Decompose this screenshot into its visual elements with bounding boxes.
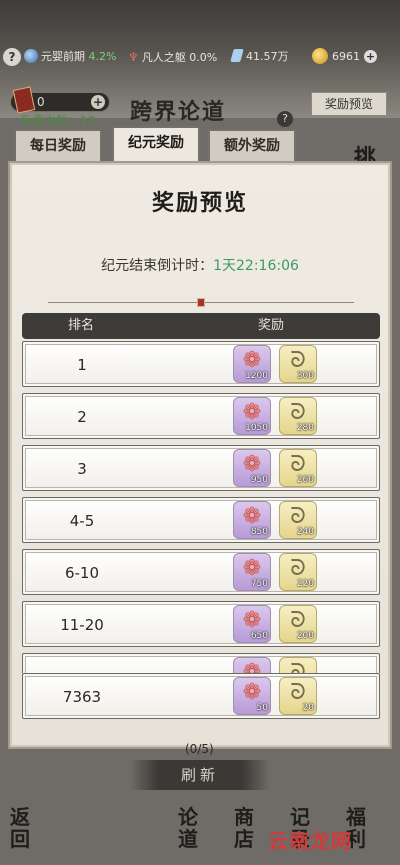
item-quantity: 240 <box>296 527 314 537</box>
back-button[interactable]: 返回 <box>10 806 34 850</box>
spiral-jade-icon[interactable]: ᘐ 280 <box>279 397 317 435</box>
spirit-stone-counter[interactable]: 41.57万 <box>230 46 289 68</box>
spiral-jade-icon[interactable]: ᘐ 300 <box>279 345 317 383</box>
ticket-count: 0 <box>37 95 45 109</box>
body-label: 凡人之躯 <box>141 51 186 64</box>
rank-cell: 11-20 <box>60 616 104 634</box>
item-quantity: 850 <box>250 527 268 537</box>
rank-cell: 1 <box>77 356 87 374</box>
flame-gem-icon[interactable]: ❁ 850 <box>233 501 271 539</box>
flame-gem-icon[interactable]: ❁ 1050 <box>233 397 271 435</box>
table-row: 7363 ❁ 50 ᘐ 20 <box>22 673 380 719</box>
spirit-stone-value: 41.57万 <box>246 50 289 63</box>
gold-coin-icon <box>312 48 328 64</box>
item-quantity: 300 <box>296 371 314 381</box>
reward-column-header: 奖励 <box>258 318 285 333</box>
gold-value: 6961 <box>332 50 360 63</box>
body-percent: 0.0% <box>189 51 218 64</box>
resource-row: ? 元婴前期 4.2% ♆ 凡人之躯 0.0% 41.57万 6961 + <box>0 46 400 68</box>
spiral-jade-icon[interactable]: ᘐ 20 <box>279 677 317 715</box>
reward-preview-button[interactable]: 奖励预览 <box>311 92 387 116</box>
rank-cell: 4-5 <box>69 512 95 530</box>
page-title: 跨界论道 <box>130 99 227 125</box>
rank-cell: 6-10 <box>64 564 100 582</box>
flame-gem-icon[interactable]: ❁ 750 <box>233 553 271 591</box>
body-status[interactable]: ♆ 凡人之躯 0.0% <box>128 46 217 68</box>
flame-gem-icon[interactable]: ❁ <box>233 657 271 673</box>
spirit-stone-icon <box>230 49 244 62</box>
realm-status[interactable]: 元婴前期 4.2% <box>24 46 116 68</box>
flame-gem-icon[interactable]: ❁ 650 <box>233 605 271 643</box>
help-icon[interactable]: ? <box>3 48 21 66</box>
body-cultivation-icon: ♆ <box>128 50 139 64</box>
rank-column-header: 排名 <box>68 318 95 333</box>
tab-extra-reward[interactable]: 额外奖励 <box>208 129 296 161</box>
flame-gem-icon[interactable]: ❁ 50 <box>233 677 271 715</box>
spiral-jade-icon[interactable]: ᘐ 220 <box>279 553 317 591</box>
reward-preview-dialog: 奖励预览 纪元结束倒计时：1天22:16:06 排名 奖励 1 ❁ 1200 ᘐ3… <box>8 161 392 749</box>
help-icon[interactable]: ? <box>277 111 293 127</box>
item-quantity: 1200 <box>245 371 268 381</box>
nav-lundao-button[interactable]: 论道 <box>178 806 202 850</box>
spiral-jade-icon[interactable]: ᘐ 240 <box>279 501 317 539</box>
list-item-partial: ❁ ᘐ <box>22 653 380 673</box>
flame-gem-icon[interactable]: ❁ 950 <box>233 449 271 487</box>
free-count-label: 免费次数：10 <box>20 114 96 128</box>
table-row: 6-10 ❁ 750 ᘐ 220 <box>22 549 380 595</box>
table-row: 4-5 ❁ 850 ᘐ 240 <box>22 497 380 543</box>
attempt-count: (0/5) <box>185 742 214 756</box>
item-quantity: 650 <box>250 631 268 641</box>
flame-gem-icon[interactable]: ❁ 1200 <box>233 345 271 383</box>
gold-counter[interactable]: 6961 + <box>312 46 377 68</box>
add-gold-button[interactable]: + <box>364 50 377 63</box>
item-quantity: 750 <box>250 579 268 589</box>
divider-ornament-icon <box>197 298 205 307</box>
item-quantity: 50 <box>256 703 268 713</box>
my-rank-row: 7363 ❁ 50 ᘐ 20 <box>22 673 380 719</box>
spiral-jade-icon[interactable]: ᘐ 200 <box>279 605 317 643</box>
table-row: 11-20 ❁ 650 ᘐ 200 <box>22 601 380 647</box>
item-quantity: 280 <box>296 423 314 433</box>
table-header: 排名 奖励 <box>22 313 380 339</box>
realm-label: 元婴前期 <box>41 50 85 63</box>
item-quantity: 260 <box>296 475 314 485</box>
rank-cell: 2 <box>77 408 87 426</box>
item-quantity: 220 <box>296 579 314 589</box>
table-row: 2 ❁ 1050 ᘐ 280 <box>22 393 380 439</box>
table-row: 1 ❁ 1200 ᘐ 300 <box>22 341 380 387</box>
countdown-time: 1天22:16:06 <box>213 258 299 274</box>
rank-cell: 7363 <box>62 688 102 706</box>
table-row: ❁ ᘐ <box>22 653 380 673</box>
realm-percent: 4.2% <box>88 50 117 63</box>
item-quantity: 950 <box>250 475 268 485</box>
table-row: 3 ❁ 950 ᘐ 260 <box>22 445 380 491</box>
tab-era-reward[interactable]: 纪元奖励 <box>112 126 200 162</box>
realm-icon <box>24 49 38 63</box>
challenge-ticket-counter: 0 + <box>10 86 110 114</box>
item-quantity: 1050 <box>245 423 268 433</box>
item-quantity: 200 <box>296 631 314 641</box>
countdown-label: 纪元结束倒计时： <box>101 258 214 274</box>
rank-cell: 3 <box>77 460 87 478</box>
nav-shop-button[interactable]: 商店 <box>234 806 258 850</box>
tab-daily-reward[interactable]: 每日奖励 <box>14 129 102 161</box>
spiral-jade-icon[interactable]: ᘐ 260 <box>279 449 317 487</box>
refresh-button[interactable]: 刷新 <box>130 760 270 790</box>
era-countdown: 纪元结束倒计时：1天22:16:06 <box>10 255 390 275</box>
dialog-title: 奖励预览 <box>151 190 248 216</box>
add-ticket-button[interactable]: + <box>91 95 105 109</box>
spiral-jade-icon[interactable]: ᘐ <box>279 657 317 673</box>
watermark: 云南龙网 <box>268 829 352 853</box>
item-quantity: 20 <box>302 703 314 713</box>
